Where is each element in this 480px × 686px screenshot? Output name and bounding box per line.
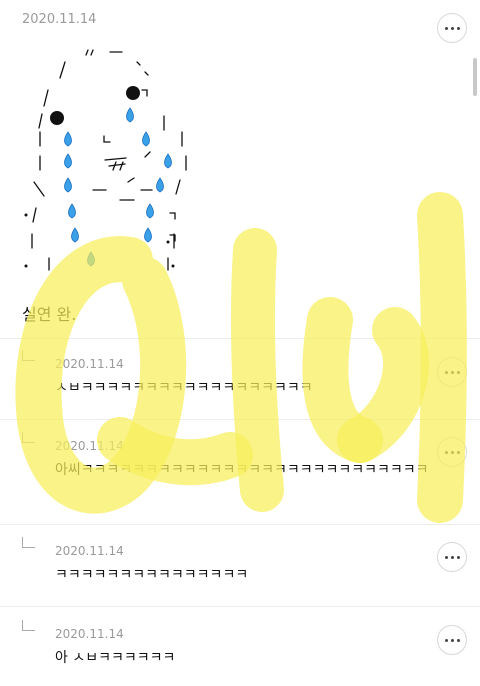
- comment-text: 아 ㅅㅂㅋㅋㅋㅋㅋㅋ: [55, 650, 176, 666]
- comment-text: ㅋㅋㅋㅋㅋㅋㅋㅋㅋㅋㅋㅋㅋㅋㅋ: [55, 567, 249, 583]
- more-horizontal-icon: [444, 450, 448, 454]
- comment-more-button[interactable]: [437, 542, 467, 572]
- comment-text: ㅅㅂㅋㅋㅋㅋㅋㅋㅋㅋㅋㅋㅋㅋㅋㅋㅋㅋㅋㅋ: [55, 380, 313, 396]
- comment-more-button[interactable]: [437, 357, 467, 387]
- post-body: 실연 완.: [22, 305, 77, 324]
- scrollbar[interactable]: [473, 58, 477, 96]
- reply-arrow-icon: [22, 537, 35, 548]
- post-date: 2020.11.14: [22, 12, 97, 27]
- more-horizontal-icon: [444, 555, 448, 559]
- more-horizontal-icon: [444, 370, 448, 374]
- teardrop-icon: [64, 107, 172, 267]
- divider: [0, 419, 480, 420]
- more-horizontal-icon: [444, 638, 448, 642]
- post-more-button[interactable]: [437, 13, 467, 43]
- comment-more-button[interactable]: [437, 625, 467, 655]
- reply-arrow-icon: [22, 350, 35, 361]
- divider: [0, 338, 480, 339]
- crying-face-art: [24, 49, 187, 271]
- divider: [0, 524, 480, 525]
- comment-more-button[interactable]: [437, 437, 467, 467]
- comment-date: 2020.11.14: [55, 439, 124, 453]
- comment-text: 아씨ㅋㅋㅋㅋㅋㅋㅋㅋㅋㅋㅋㅋㅋㅋㅋㅋㅋㅋㅋㅋㅋㅋㅋㅋㅋㅋㅋ: [55, 462, 429, 478]
- reply-arrow-icon: [22, 620, 35, 631]
- comment-date: 2020.11.14: [55, 357, 124, 371]
- reply-arrow-icon: [22, 432, 35, 443]
- divider: [0, 606, 480, 607]
- more-horizontal-icon: [444, 26, 448, 30]
- comment-date: 2020.11.14: [55, 544, 124, 558]
- comment-date: 2020.11.14: [55, 627, 124, 641]
